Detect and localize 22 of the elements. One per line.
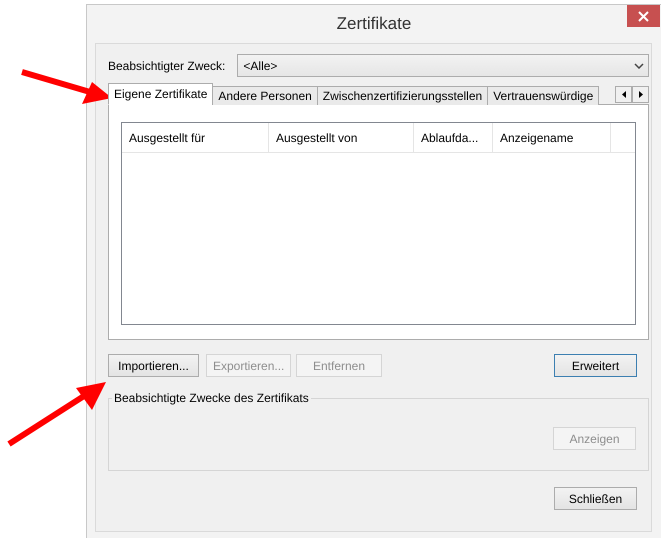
purpose-label: Beabsichtigter Zweck: (108, 58, 226, 72)
chevron-down-icon (634, 62, 644, 68)
tab[interactable]: Andere Personen (212, 86, 318, 105)
column-header[interactable]: Ablaufda... (414, 123, 493, 152)
dialog-button[interactable]: Importieren... (108, 354, 199, 377)
tab[interactable]: Eigene Zertifikate (108, 83, 214, 105)
scroll-left-button[interactable] (615, 86, 632, 103)
close-button[interactable] (627, 5, 660, 27)
column-header[interactable]: Ausgestellt von (269, 123, 414, 152)
triangle-left-icon (622, 91, 626, 98)
scroll-right-button[interactable] (632, 86, 649, 103)
window-title: Zertifikate (336, 14, 412, 34)
close-icon (638, 10, 649, 22)
column-header[interactable]: Ausgestellt für (122, 123, 269, 152)
dialog-button[interactable]: Schließen (554, 487, 637, 510)
tab[interactable]: Zwischenzertifizierungsstellen (316, 86, 488, 105)
triangle-right-icon (638, 91, 642, 98)
column-header[interactable]: Anzeigename (493, 123, 611, 152)
tab[interactable]: Vertrauenswürdige (487, 86, 600, 105)
default-button[interactable]: Erweitert (554, 354, 637, 377)
purpose-dropdown[interactable]: <Alle> (237, 54, 649, 77)
group-title: Beabsichtigte Zwecke des Zertifikats (113, 391, 310, 405)
